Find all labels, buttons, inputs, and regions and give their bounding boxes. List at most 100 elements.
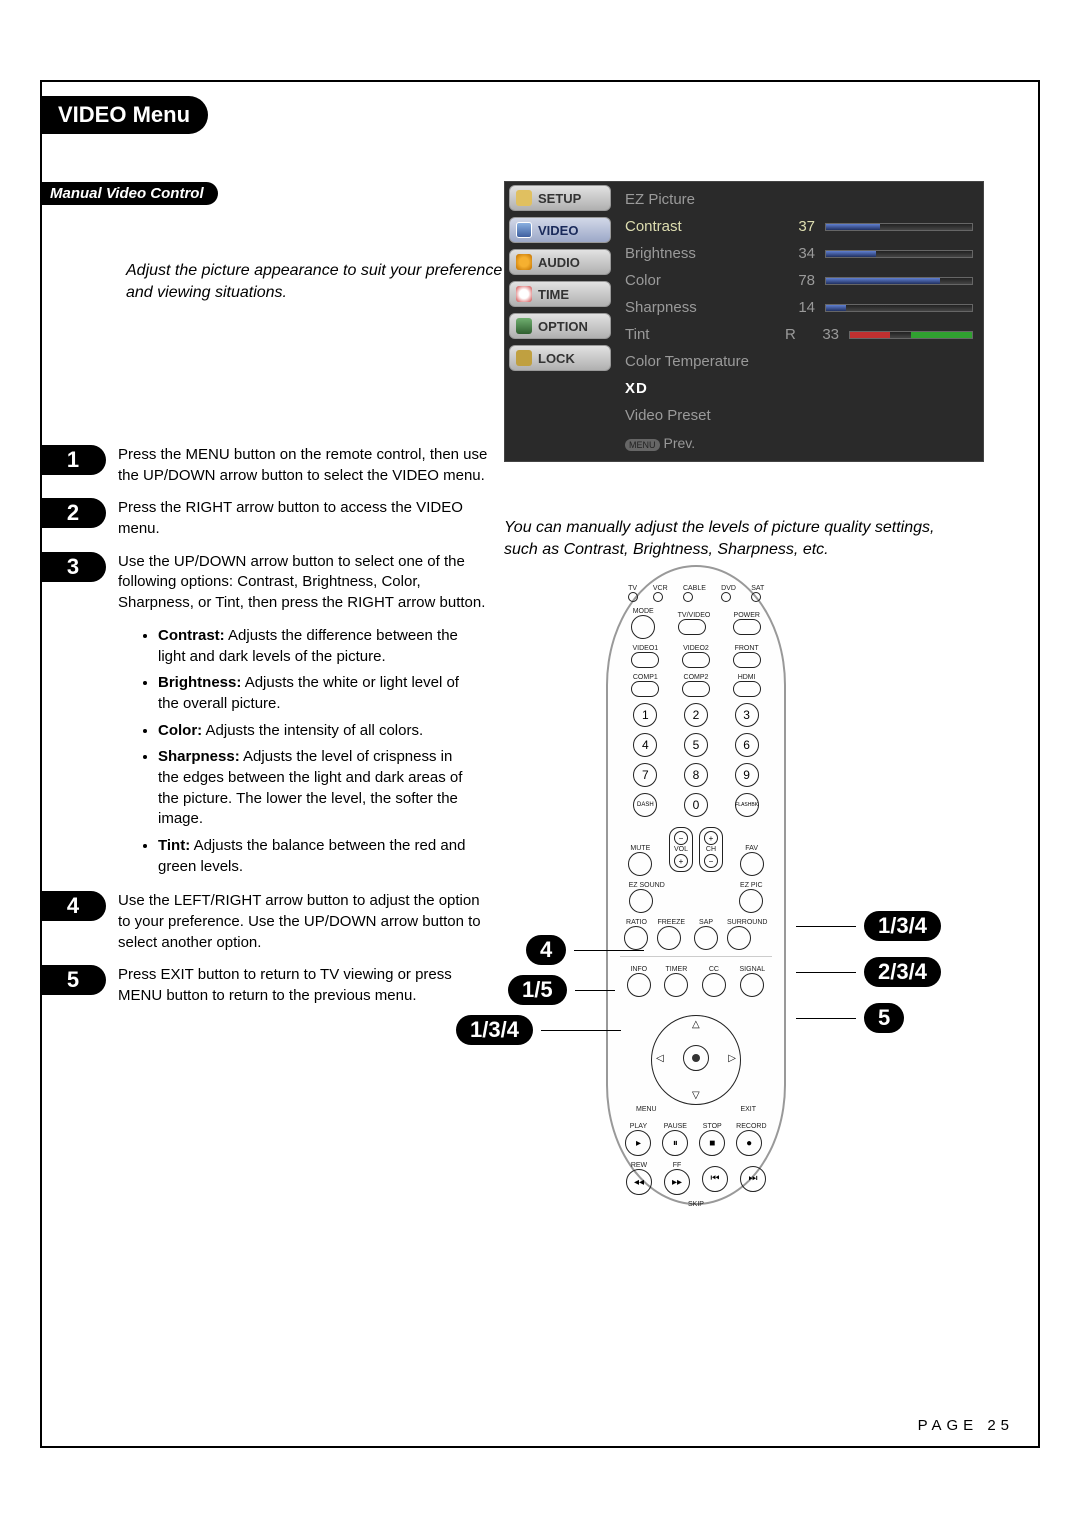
- comp1-button[interactable]: [631, 681, 659, 697]
- fav-button[interactable]: [740, 852, 764, 876]
- key-8[interactable]: 8: [684, 763, 708, 787]
- key-5[interactable]: 5: [684, 733, 708, 757]
- sap-button[interactable]: [694, 926, 718, 950]
- led-icon: [683, 592, 693, 602]
- ff-button[interactable]: ▸▸: [664, 1169, 690, 1195]
- key-6[interactable]: 6: [735, 733, 759, 757]
- key-7[interactable]: 7: [633, 763, 657, 787]
- step-number: 3: [40, 552, 106, 582]
- osd-video-preset[interactable]: Video Preset: [621, 402, 977, 429]
- key-3[interactable]: 3: [735, 703, 759, 727]
- surround-button[interactable]: [727, 926, 751, 950]
- hdmi-button[interactable]: [733, 681, 761, 697]
- key-0[interactable]: 0: [684, 793, 708, 817]
- play-button[interactable]: ▸: [625, 1130, 651, 1156]
- osd-brightness[interactable]: Brightness34: [621, 240, 977, 267]
- slider[interactable]: [849, 331, 973, 339]
- dpad: △ ▽ ◁ ▷ MENU EXIT: [626, 1005, 766, 1115]
- step-text: Use the UP/DOWN arrow button to select o…: [118, 552, 496, 614]
- stop-button[interactable]: ■: [699, 1130, 725, 1156]
- callout-5-right: 5: [796, 1003, 904, 1033]
- pause-button[interactable]: ⏸: [662, 1130, 688, 1156]
- video2-button[interactable]: [682, 652, 710, 668]
- video1-button[interactable]: [631, 652, 659, 668]
- slider[interactable]: [825, 277, 973, 285]
- step-text: Use the LEFT/RIGHT arrow button to adjus…: [118, 891, 496, 953]
- screen-icon: [516, 222, 532, 238]
- led-icon: [653, 592, 663, 602]
- key-2[interactable]: 2: [684, 703, 708, 727]
- comp2-button[interactable]: [682, 681, 710, 697]
- flashbk-button[interactable]: FLASHBK: [735, 793, 759, 817]
- mute-button[interactable]: [628, 852, 652, 876]
- bullet-contrast: Contrast: Adjusts the difference between…: [158, 626, 496, 667]
- freeze-button[interactable]: [657, 926, 681, 950]
- osd-contrast[interactable]: Contrast37: [621, 213, 977, 240]
- bullet-brightness: Brightness: Adjusts the white or light l…: [158, 673, 496, 714]
- bullet-tint: Tint: Adjusts the balance between the re…: [158, 836, 496, 877]
- power-button[interactable]: [733, 619, 761, 635]
- front-button[interactable]: [733, 652, 761, 668]
- clock-icon: [516, 286, 532, 302]
- page-number: PAGE 25: [918, 1417, 1014, 1434]
- callout-234-right: 2/3/4: [796, 957, 941, 987]
- right-column: SETUP VIDEO AUDIO TIME OPTION LOCK EZ Pi…: [496, 205, 1014, 1019]
- vol-rocker[interactable]: −VOL+: [669, 827, 693, 872]
- slider[interactable]: [825, 223, 973, 231]
- osd-color-temperature[interactable]: Color Temperature: [621, 348, 977, 375]
- step-number: 1: [40, 445, 106, 475]
- step-2: 2 Press the RIGHT arrow button to access…: [66, 498, 496, 539]
- ezsound-button[interactable]: [629, 889, 653, 913]
- slider[interactable]: [825, 250, 973, 258]
- osd-prev[interactable]: MENUPrev.: [621, 429, 977, 457]
- record-button[interactable]: ●: [736, 1130, 762, 1156]
- osd-tab-option[interactable]: OPTION: [509, 313, 611, 339]
- osd-color[interactable]: Color78: [621, 267, 977, 294]
- left-column: 1 Press the MENU button on the remote co…: [66, 445, 496, 1019]
- arrow-up-icon[interactable]: △: [692, 1019, 700, 1030]
- osd-tab-lock[interactable]: LOCK: [509, 345, 611, 371]
- arrow-right-icon[interactable]: ▷: [728, 1053, 736, 1064]
- menu-button[interactable]: MENU: [636, 1106, 657, 1113]
- osd-caption: You can manually adjust the levels of pi…: [504, 517, 944, 560]
- osd-xd[interactable]: XD: [621, 375, 977, 402]
- arrow-left-icon[interactable]: ◁: [656, 1053, 664, 1064]
- signal-button[interactable]: [740, 973, 764, 997]
- key-1[interactable]: 1: [633, 703, 657, 727]
- info-button[interactable]: [627, 973, 651, 997]
- skip-next-button[interactable]: ⏭: [740, 1166, 766, 1192]
- page-title: VIDEO Menu: [40, 96, 208, 134]
- dash-button[interactable]: DASH: [633, 793, 657, 817]
- osd-tab-time[interactable]: TIME: [509, 281, 611, 307]
- osd-tint[interactable]: TintR33: [621, 321, 977, 348]
- mode-button[interactable]: [631, 615, 655, 639]
- callout-134-left-bottom: 1/3/4: [456, 1015, 621, 1045]
- slider[interactable]: [825, 304, 973, 312]
- enter-button[interactable]: [683, 1045, 709, 1071]
- led-icon: [628, 592, 638, 602]
- exit-button[interactable]: EXIT: [740, 1106, 756, 1113]
- option-bullets: Contrast: Adjusts the difference between…: [158, 626, 496, 878]
- osd-ez-picture[interactable]: EZ Picture: [621, 186, 977, 213]
- osd-tab-audio[interactable]: AUDIO: [509, 249, 611, 275]
- osd-body: EZ Picture Contrast37 Brightness34 Color…: [615, 182, 983, 461]
- skip-prev-button[interactable]: ⏮: [702, 1166, 728, 1192]
- step-text: Press EXIT button to return to TV viewin…: [118, 965, 496, 1006]
- osd-sharpness[interactable]: Sharpness14: [621, 294, 977, 321]
- timer-button[interactable]: [664, 973, 688, 997]
- step-number: 5: [40, 965, 106, 995]
- step-number: 2: [40, 498, 106, 528]
- key-9[interactable]: 9: [735, 763, 759, 787]
- ch-rocker[interactable]: +CH−: [699, 827, 723, 872]
- rew-button[interactable]: ◂◂: [626, 1169, 652, 1195]
- tvvideo-button[interactable]: [678, 619, 706, 635]
- key-4[interactable]: 4: [633, 733, 657, 757]
- step-1: 1 Press the MENU button on the remote co…: [66, 445, 496, 486]
- callout-134-right-top: 1/3/4: [796, 911, 941, 941]
- osd-tab-video[interactable]: VIDEO: [509, 217, 611, 243]
- manual-page: VIDEO Menu Manual Video Control 1 Press …: [40, 80, 1040, 1448]
- cc-button[interactable]: [702, 973, 726, 997]
- arrow-down-icon[interactable]: ▽: [692, 1090, 700, 1101]
- ezpic-button[interactable]: [739, 889, 763, 913]
- osd-tab-setup[interactable]: SETUP: [509, 185, 611, 211]
